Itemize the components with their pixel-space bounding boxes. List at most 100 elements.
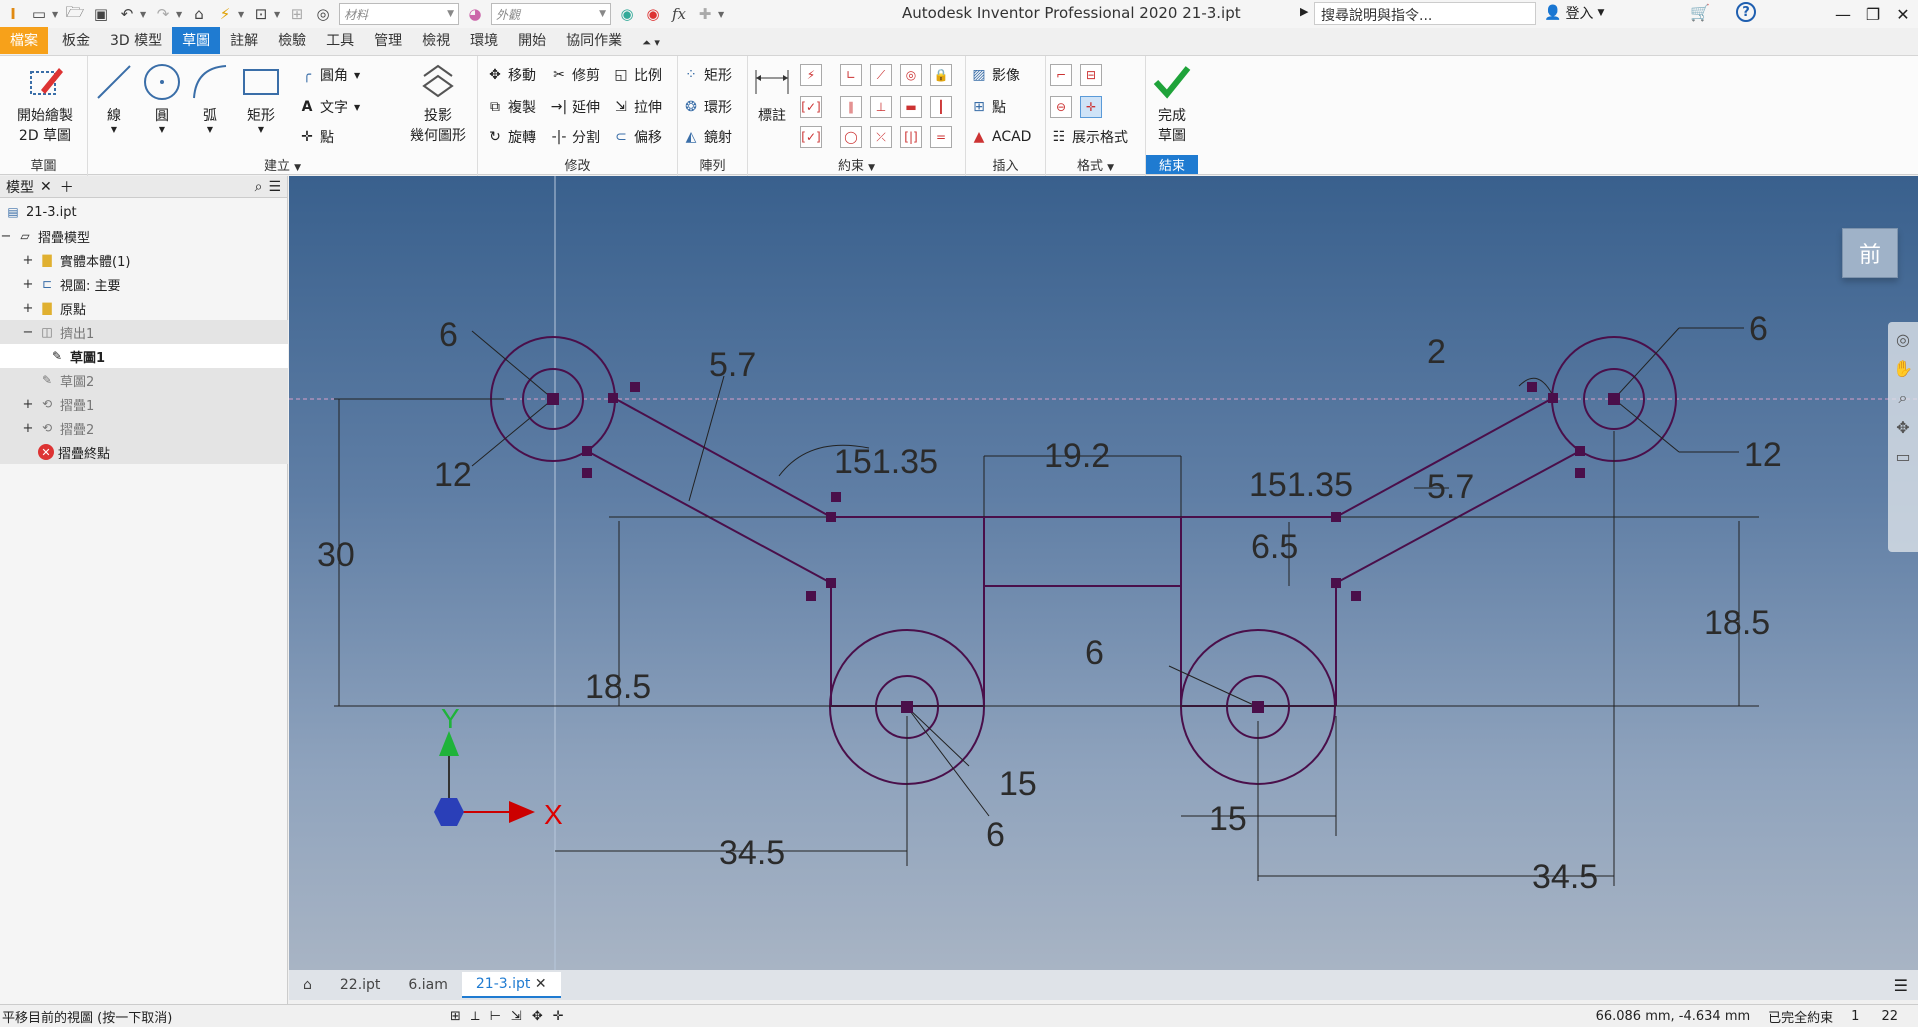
tab-get-started[interactable]: 開始 <box>508 27 556 54</box>
rotate-button[interactable]: ↻ 旋轉 <box>486 126 536 148</box>
new-file-icon[interactable]: ▭ <box>28 3 50 25</box>
expand-icon[interactable]: + <box>22 397 34 412</box>
dim-text[interactable]: 15 <box>1209 800 1247 838</box>
function-icon[interactable]: fx <box>668 3 690 25</box>
split-button[interactable]: -|- 分割 <box>550 126 600 148</box>
constrain-panel-label[interactable]: 約束 ▼ <box>748 155 965 174</box>
circ-pattern-button[interactable]: ❂ 環形 <box>682 96 732 118</box>
help-icon[interactable]: ? <box>1736 2 1756 22</box>
browser-item[interactable]: + ⟲ 摺疊2 <box>0 416 288 440</box>
arc-button[interactable]: 弧 ▼ <box>190 62 230 134</box>
menu-icon[interactable]: ☰ <box>1894 976 1908 995</box>
tab-annotate[interactable]: 註解 <box>220 27 268 54</box>
scale-button[interactable]: ◱ 比例 <box>612 64 662 86</box>
tab-environments[interactable]: 環境 <box>460 27 508 54</box>
tab-view[interactable]: 檢視 <box>412 27 460 54</box>
browser-item[interactable]: + ⊏ 視圖: 主要 <box>0 272 288 296</box>
tab-collaborate[interactable]: 協同作業 <box>556 27 632 54</box>
dim-text[interactable]: 6.5 <box>1251 528 1298 566</box>
fillet-button[interactable]: ╭ 圓角 ▼ <box>298 64 360 86</box>
collinear-icon[interactable]: ⟋ <box>870 64 892 86</box>
tab-manage[interactable]: 管理 <box>364 27 412 54</box>
start-2d-sketch-button[interactable]: 開始繪製 2D 草圖 <box>8 62 82 145</box>
browser-item[interactable]: ✎ 草圖1 <box>0 344 288 368</box>
dim-text[interactable]: 6 <box>1085 634 1104 672</box>
coincident-icon[interactable]: ∟ <box>840 64 862 86</box>
adjust-appearance-icon[interactable]: ◉ <box>616 3 638 25</box>
look-at-icon[interactable]: ▭ <box>1895 447 1910 466</box>
doc-tab-active[interactable]: 21-3.ipt ✕ <box>461 972 561 998</box>
show-dof-icon[interactable]: ✛ <box>553 1009 564 1024</box>
dim-text[interactable]: 34.5 <box>1532 858 1598 896</box>
measure-icon[interactable]: ⊞ <box>286 3 308 25</box>
chevron-down-icon[interactable]: ▼ <box>140 10 150 19</box>
dim-text[interactable]: 151.35 <box>1249 466 1353 504</box>
browser-item[interactable]: ▤ 21-3.ipt <box>0 200 288 224</box>
dim-text[interactable]: 6 <box>439 316 458 354</box>
cart-icon[interactable]: 🛒 <box>1690 3 1710 22</box>
open-folder-icon[interactable]: 🗁 <box>64 3 86 25</box>
equal-icon[interactable]: = <box>930 126 952 148</box>
expand-icon[interactable]: + <box>22 253 34 268</box>
dim-text[interactable]: 2 <box>1427 333 1446 371</box>
text-button[interactable]: A 文字 ▼ <box>298 96 361 118</box>
trim-button[interactable]: ✂ 修剪 <box>550 64 600 86</box>
mirror-button[interactable]: ◭ 鏡射 <box>682 126 732 148</box>
relax-mode-icon[interactable]: ✥ <box>532 1009 543 1024</box>
tab-inspect[interactable]: 檢驗 <box>268 27 316 54</box>
search-icon[interactable]: ⌕ <box>255 179 263 195</box>
horizontal-icon[interactable]: ▬ <box>900 96 922 118</box>
stretch-button[interactable]: ⇲ 拉伸 <box>612 96 662 118</box>
smooth-icon[interactable]: ⤫ <box>870 126 892 148</box>
pan-hand-icon[interactable]: ✋ <box>1893 359 1913 378</box>
inventor-logo-icon[interactable]: I <box>2 3 24 25</box>
show-format-button[interactable]: ☷ 展示格式 <box>1050 126 1128 148</box>
centerline-icon[interactable]: ⊖ <box>1050 96 1072 118</box>
finish-sketch-button[interactable]: 完成 草圖 <box>1148 62 1196 145</box>
viewcube[interactable]: 前 <box>1842 228 1898 278</box>
appearance-combo[interactable]: 外觀 ▼ <box>491 3 611 25</box>
close-icon[interactable]: ✕ <box>535 976 547 992</box>
import-points-button[interactable]: ⊞ 點 <box>970 96 1006 118</box>
signin-button[interactable]: 👤 登入 ▼ <box>1544 3 1604 23</box>
browser-item[interactable]: − ▱ 摺疊模型 <box>0 224 288 248</box>
show-constraints-icon[interactable]: [✓] <box>800 96 822 118</box>
dim-text[interactable]: 15 <box>999 765 1037 803</box>
driven-dimension-icon[interactable]: ⊟ <box>1080 64 1102 86</box>
dimension-button[interactable]: 標註 <box>752 62 792 125</box>
point-button[interactable]: ✛ 點 <box>298 126 334 148</box>
graphics-canvas[interactable]: 6 12 5.7 151.35 19.2 30 18.5 6 15 6 34.5… <box>289 176 1918 970</box>
help-search-input[interactable]: 搜尋說明與指令... <box>1314 2 1536 25</box>
rectangle-button[interactable]: 矩形 ▼ <box>238 62 284 134</box>
menu-icon[interactable]: ☰ <box>268 179 281 195</box>
tab-tools[interactable]: 工具 <box>316 27 364 54</box>
browser-item[interactable]: + ⟲ 摺疊1 <box>0 392 288 416</box>
dim-text[interactable]: 5.7 <box>1427 468 1474 506</box>
parallel-icon[interactable]: ∥ <box>840 96 862 118</box>
line-button[interactable]: 線 ▼ <box>94 62 134 134</box>
close-icon[interactable]: ✕ <box>40 179 52 195</box>
tab-file[interactable]: 檔案 <box>0 27 48 54</box>
copy-button[interactable]: ⧉ 複製 <box>486 96 536 118</box>
project-geometry-button[interactable]: 投影 幾何圖形 <box>398 62 478 145</box>
circle-button[interactable]: 圓 ▼ <box>142 62 182 134</box>
redo-icon[interactable]: ↷ <box>152 3 174 25</box>
browser-item[interactable]: − ◫ 擠出1 <box>0 320 288 344</box>
center-point-icon[interactable]: ✛ <box>1080 96 1102 118</box>
chevron-down-icon[interactable]: ▼ <box>238 10 248 19</box>
auto-dimension-icon[interactable]: ⚡ <box>800 64 822 86</box>
doc-tab[interactable]: 22.ipt <box>326 973 395 997</box>
chevron-down-icon[interactable]: ▼ <box>52 10 62 19</box>
tab-sketch[interactable]: 草圖 <box>172 27 221 54</box>
expand-icon[interactable]: + <box>22 301 34 316</box>
construction-icon[interactable]: ⌐ <box>1050 64 1072 86</box>
grid-snap-icon[interactable]: ⊞ <box>450 1009 461 1024</box>
dim-text[interactable]: 12 <box>434 456 472 494</box>
dim-text[interactable]: 6 <box>1749 310 1768 348</box>
home-icon[interactable]: ⌂ <box>289 973 326 997</box>
undo-icon[interactable]: ↶ <box>116 3 138 25</box>
dim-text[interactable]: 34.5 <box>719 834 785 872</box>
vertical-icon[interactable]: ┃ <box>930 96 952 118</box>
rect-pattern-button[interactable]: ⁘ 矩形 <box>682 64 732 86</box>
tab-sheet-metal[interactable]: 板金 <box>52 27 100 54</box>
